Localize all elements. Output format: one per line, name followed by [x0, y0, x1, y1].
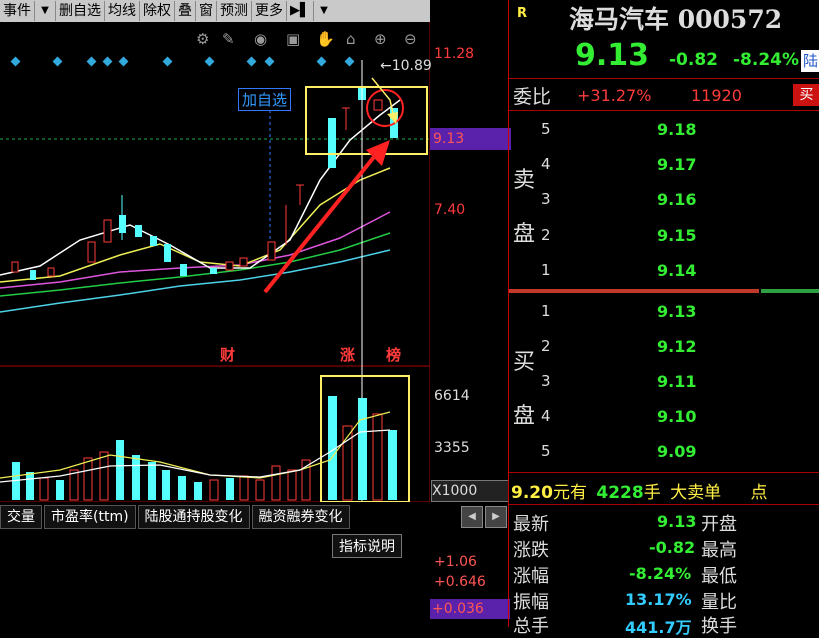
marker-limit-up[interactable]: 涨 — [340, 344, 355, 365]
indicator-value-2: +0.646 — [434, 574, 486, 590]
tab-pe-ratio[interactable]: 市盈率(ttm) — [44, 505, 136, 529]
northbound-tag[interactable]: 陆 — [801, 50, 819, 72]
add-watchlist-button[interactable]: 加自选 — [238, 88, 292, 111]
toolbar-window[interactable]: 窗 — [196, 1, 217, 21]
sell-level-4: 4 — [541, 155, 551, 173]
sell-price-2[interactable]: 9.15 — [657, 226, 696, 245]
big-order-alert[interactable]: 9.20元有 4228手 大卖单 点 — [511, 478, 768, 503]
toolbar-dropdown-2[interactable]: ▼ — [314, 1, 334, 21]
buy-label-2: 盘 — [513, 404, 536, 429]
stat-open-label: 开盘 — [701, 514, 737, 535]
sell-ratio-bar — [509, 289, 759, 293]
buy-price-1[interactable]: 9.13 — [657, 302, 696, 321]
order-ratio-label: 委比 — [513, 86, 552, 108]
candles[interactable] — [11, 88, 398, 280]
stat-low-label: 最低 — [701, 566, 737, 587]
order-ratio-pct: +31.27% — [577, 86, 652, 105]
toolbar-pin-icon[interactable]: ▶▌ — [287, 1, 314, 21]
stat-latest-label: 最新 — [513, 514, 549, 535]
stock-price: 9.13 — [575, 38, 650, 73]
big-order-qty: 4228 — [596, 483, 644, 503]
buy-tag[interactable]: 买 — [793, 84, 819, 106]
current-price-tag: 9.13 — [430, 128, 511, 150]
toolbar-overlay[interactable]: 叠 — [175, 1, 196, 21]
buy-level-4: 4 — [541, 407, 551, 425]
stat-turnover-label: 换手 — [701, 616, 737, 637]
stat-pct-label: 涨幅 — [513, 566, 549, 587]
high-price-label: ←10.89 — [380, 58, 432, 74]
stat-change-label: 涨跌 — [513, 540, 549, 561]
toolbar-more[interactable]: 更多 — [252, 1, 287, 21]
sell-price-3[interactable]: 9.16 — [657, 190, 696, 209]
marker-list[interactable]: 榜 — [386, 344, 401, 365]
big-order-price: 9.20 — [511, 483, 553, 503]
volume-axis-mid: 3355 — [434, 440, 470, 456]
stat-change-value: -0.82 — [649, 538, 696, 557]
sell-label-2: 盘 — [513, 222, 536, 247]
stock-badge: R — [517, 6, 528, 21]
tab-margin[interactable]: 融资融券变化 — [251, 505, 350, 529]
chart-toolbar: 事件 ▼ 删自选 均线 除权 叠 窗 预测 更多 ▶▌ ▼ — [0, 0, 430, 22]
marker-finance[interactable]: 财 — [220, 344, 235, 365]
volume-unit: X1000 — [431, 480, 509, 502]
indicator-value-1: +1.06 — [434, 554, 477, 570]
sell-level-3: 3 — [541, 190, 551, 208]
tab-northbound[interactable]: 陆股通持股变化 — [137, 505, 250, 529]
tab-scroll-left-icon[interactable]: ◀ — [461, 506, 483, 528]
quote-panel: R 海马汽车 000572 9.13 -0.82 -8.24% 陆 委比 +31… — [508, 0, 819, 637]
stat-latest-value: 9.13 — [657, 512, 697, 531]
sell-label-1: 卖 — [513, 168, 536, 193]
volume-axis-top: 6614 — [434, 388, 470, 404]
buy-label-1: 买 — [513, 350, 536, 375]
indicator-help-button[interactable]: 指标说明 — [332, 534, 402, 558]
buy-level-2: 2 — [541, 337, 551, 355]
stat-amplitude-value: 13.17% — [625, 590, 692, 609]
stat-total-label: 总手 — [513, 616, 549, 637]
toolbar-event[interactable]: 事件 — [0, 1, 35, 21]
stat-volume-ratio-label: 量比 — [701, 592, 737, 613]
sell-price-5[interactable]: 9.18 — [657, 120, 696, 139]
buy-price-3[interactable]: 9.11 — [657, 372, 696, 391]
sell-level-1: 1 — [541, 261, 551, 279]
axis-price-top: 11.28 — [434, 46, 475, 62]
big-order-extra: 点 — [750, 483, 768, 503]
kline-chart[interactable] — [0, 22, 430, 502]
buy-level-3: 3 — [541, 372, 551, 390]
indicator-value-3: +0.036 — [430, 599, 510, 619]
indicator-tabs: 交量 市盈率(ttm) 陆股通持股变化 融资融券变化 — [0, 505, 430, 529]
tab-scroll-right-icon[interactable]: ▶ — [485, 506, 507, 528]
big-order-unit: 手 — [643, 483, 661, 503]
sell-price-4[interactable]: 9.17 — [657, 155, 696, 174]
stock-name: 海马汽车 — [569, 5, 670, 34]
stat-high-label: 最高 — [701, 540, 737, 561]
buy-level-5: 5 — [541, 442, 551, 460]
stat-total-value: 441.7万 — [625, 618, 692, 637]
stat-pct-value: -8.24% — [629, 564, 692, 583]
sell-level-2: 2 — [541, 226, 551, 244]
axis-price-mid: 7.40 — [434, 202, 466, 218]
stat-amplitude-label: 振幅 — [513, 592, 549, 613]
stock-change-pct: -8.24% — [733, 50, 800, 70]
order-ratio-vol: 11920 — [691, 86, 742, 105]
sell-level-5: 5 — [541, 120, 551, 138]
toolbar-moving-average[interactable]: 均线 — [105, 1, 140, 21]
toolbar-forecast[interactable]: 预测 — [217, 1, 252, 21]
buy-price-2[interactable]: 9.12 — [657, 337, 696, 356]
toolbar-remove-watchlist[interactable]: 删自选 — [56, 1, 105, 21]
buy-ratio-bar — [761, 289, 819, 293]
stock-code: 000572 — [677, 5, 783, 34]
buy-level-1: 1 — [541, 302, 551, 320]
buy-price-5[interactable]: 9.09 — [657, 442, 696, 461]
toolbar-ex-rights[interactable]: 除权 — [140, 1, 175, 21]
tab-volume[interactable]: 交量 — [0, 505, 42, 529]
toolbar-dropdown[interactable]: ▼ — [35, 1, 56, 21]
event-markers[interactable] — [10, 56, 355, 67]
big-order-type: 大卖单 — [670, 483, 722, 503]
buy-price-4[interactable]: 9.10 — [657, 407, 696, 426]
big-order-yuan: 元有 — [552, 483, 587, 503]
sell-price-1[interactable]: 9.14 — [657, 261, 696, 280]
stock-change: -0.82 — [669, 50, 718, 70]
stock-title: 海马汽车 000572 — [569, 0, 782, 36]
